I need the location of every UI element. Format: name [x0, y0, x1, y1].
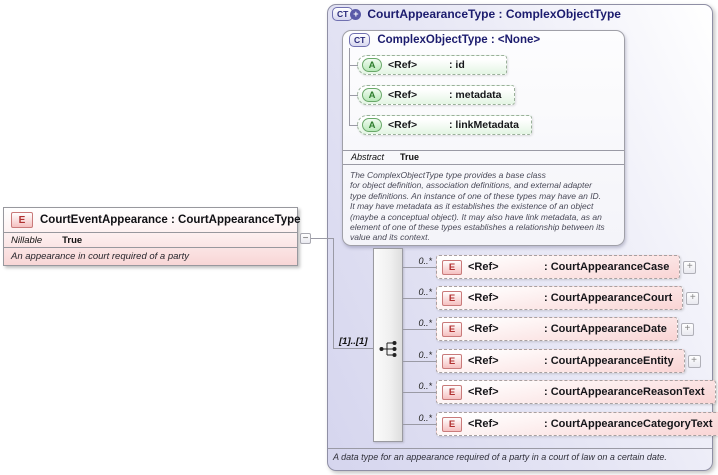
- element-box[interactable]: E <Ref> : CourtAppearanceDate: [436, 317, 678, 341]
- connector-line: [333, 238, 334, 348]
- base-type-header: CT ComplexObjectType : <None>: [349, 33, 540, 47]
- left-element-title: CourtEventAppearance : CourtAppearanceTy…: [40, 214, 301, 226]
- element-icon: E: [442, 290, 462, 306]
- occurrence-label: 0..*: [418, 350, 432, 360]
- element-name: : CourtAppearanceCourt: [544, 292, 673, 304]
- element-box[interactable]: E <Ref> : CourtAppearanceEntity: [436, 349, 685, 373]
- sequence-cardinality-label: [1]..[1]: [339, 336, 368, 347]
- connector-line: [349, 95, 358, 96]
- element-ref: <Ref>: [468, 323, 499, 335]
- complex-type-description: A data type for an appearance required o…: [333, 452, 667, 462]
- attribute-box-metadata[interactable]: A <Ref> : metadata: [357, 85, 515, 105]
- element-ref: <Ref>: [468, 292, 499, 304]
- element-name: : CourtAppearanceReasonText: [544, 386, 705, 398]
- divider: [343, 150, 624, 151]
- attribute-icon: A: [362, 118, 382, 132]
- nillable-value: True: [62, 234, 83, 246]
- element-row-courtappearancecase: E <Ref> : CourtAppearanceCase +: [436, 255, 697, 279]
- element-ref: <Ref>: [468, 418, 499, 430]
- ct-icon: CT: [349, 33, 371, 47]
- expand-button[interactable]: +: [687, 354, 701, 368]
- element-box[interactable]: E <Ref> : CourtAppearanceCourt: [436, 286, 684, 310]
- element-icon: E: [442, 353, 462, 369]
- connector-line: [333, 348, 373, 349]
- left-element-title-row: E CourtEventAppearance : CourtAppearance…: [4, 208, 301, 233]
- attribute-ref: <Ref>: [388, 89, 418, 101]
- attribute-name: : id: [449, 59, 465, 71]
- connector-line: [403, 298, 436, 299]
- element-row-courtappearanceentity: E <Ref> : CourtAppearanceEntity +: [436, 349, 701, 373]
- attribute-icon: A: [362, 58, 382, 72]
- schema-diagram: CT + CourtAppearanceType : ComplexObject…: [0, 0, 718, 475]
- element-row-courtappearancecategorytext: E <Ref> : CourtAppearanceCategoryText +: [436, 412, 718, 436]
- occurrence-label: 0..*: [418, 256, 432, 266]
- plus-badge-icon: +: [350, 8, 362, 20]
- footer-divider: [328, 448, 712, 449]
- attribute-icon: A: [362, 88, 382, 102]
- element-row-courtappearancereasontext: E <Ref> : CourtAppearanceReasonText +: [436, 380, 718, 404]
- attribute-name: : metadata: [449, 89, 502, 101]
- attribute-ref: <Ref>: [388, 119, 418, 131]
- connector-line: [311, 238, 333, 239]
- element-icon: E: [442, 259, 462, 275]
- element-name: : CourtAppearanceEntity: [544, 355, 674, 367]
- element-icon: E: [442, 384, 462, 400]
- complex-type-header: CT + CourtAppearanceType : ComplexObject…: [332, 7, 621, 21]
- sequence-icon: [378, 340, 400, 363]
- element-box[interactable]: E <Ref> : CourtAppearanceReasonText: [436, 380, 716, 404]
- connector-line: [403, 267, 436, 268]
- base-type-title: ComplexObjectType : <None>: [377, 34, 541, 46]
- element-name: : CourtAppearanceDate: [544, 323, 667, 335]
- element-ref: <Ref>: [468, 355, 499, 367]
- expand-button[interactable]: +: [680, 322, 694, 336]
- attribute-name: : linkMetadata: [449, 119, 520, 131]
- complex-type-title: CourtAppearanceType : ComplexObjectType: [367, 7, 621, 21]
- occurrence-label: 0..*: [418, 413, 432, 423]
- element-name: : CourtAppearanceCase: [544, 261, 670, 273]
- divider: [343, 164, 624, 165]
- occurrence-label: 0..*: [418, 318, 432, 328]
- abstract-property-row: Abstract True: [351, 152, 419, 162]
- connector-line: [349, 48, 350, 125]
- collapse-button[interactable]: −: [300, 233, 311, 244]
- left-element-box[interactable]: E CourtEventAppearance : CourtAppearance…: [3, 207, 301, 266]
- element-ref: <Ref>: [468, 261, 499, 273]
- attribute-ref: <Ref>: [388, 59, 418, 71]
- connector-line: [349, 65, 358, 66]
- base-type-description: The ComplexObjectType type provides a ba…: [350, 170, 605, 243]
- element-icon: E: [442, 416, 462, 432]
- connector-line: [403, 424, 436, 425]
- element-box[interactable]: E <Ref> : CourtAppearanceCase: [436, 255, 681, 279]
- nillable-label: Nillable: [11, 234, 43, 246]
- connector-line: [349, 125, 358, 126]
- connector-line: [403, 392, 436, 393]
- element-box[interactable]: E <Ref> : CourtAppearanceCategoryText: [436, 412, 718, 436]
- complex-type-derived-icon: CT +: [332, 7, 362, 21]
- element-ref: <Ref>: [468, 386, 499, 398]
- sequence-compositor[interactable]: [373, 248, 403, 442]
- connector-line: [403, 329, 436, 330]
- expand-button[interactable]: +: [683, 260, 697, 274]
- left-element-description: An appearance in court required of a par…: [11, 251, 189, 262]
- attribute-box-linkmetadata[interactable]: A <Ref> : linkMetadata: [357, 115, 533, 135]
- attribute-box-id[interactable]: A <Ref> : id: [357, 55, 507, 75]
- connector-line: [403, 361, 436, 362]
- occurrence-label: 0..*: [418, 381, 432, 391]
- nillable-property-row: Nillable True: [4, 233, 297, 248]
- element-name: : CourtAppearanceCategoryText: [544, 418, 713, 430]
- element-row-courtappearancedate: E <Ref> : CourtAppearanceDate +: [436, 317, 694, 341]
- element-row-courtappearancecourt: E <Ref> : CourtAppearanceCourt +: [436, 286, 700, 310]
- occurrence-label: 0..*: [418, 287, 432, 297]
- element-icon: E: [442, 321, 462, 337]
- abstract-value: True: [400, 152, 420, 162]
- abstract-label: Abstract: [351, 152, 385, 162]
- element-icon: E: [11, 212, 33, 228]
- expand-button[interactable]: +: [686, 291, 700, 305]
